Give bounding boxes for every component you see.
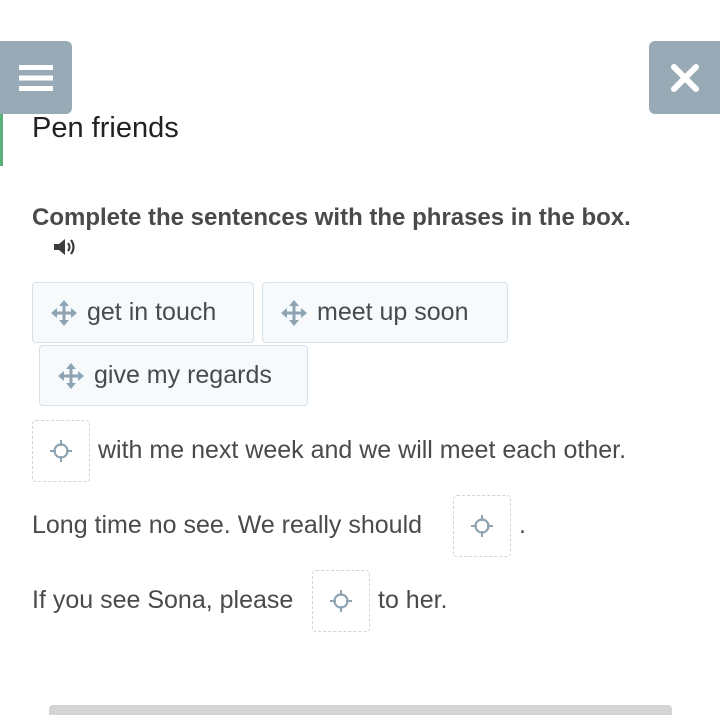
drop-zone-3[interactable] [312, 570, 370, 632]
move-icon [51, 299, 77, 326]
sentence-2-before: Long time no see. We really should [32, 511, 423, 539]
target-icon [50, 440, 72, 462]
target-icon [471, 515, 493, 537]
phrase-label: give my regards [94, 361, 272, 389]
top-bar [0, 0, 720, 115]
menu-button[interactable] [0, 41, 72, 114]
instruction-text: Complete the sentences with the phrases … [32, 201, 672, 269]
close-x-icon [670, 63, 699, 92]
move-icon [281, 299, 307, 326]
phrase-label: meet up soon [317, 298, 469, 326]
accent-line [0, 114, 3, 166]
move-icon [58, 362, 84, 389]
phrase-chip-give-my-regards[interactable]: give my regards [39, 345, 308, 406]
sentence-2-after: . [519, 511, 526, 539]
instruction-label: Complete the sentences with the phrases … [32, 204, 631, 231]
close-button[interactable] [649, 41, 720, 114]
drop-zone-1[interactable] [32, 420, 90, 482]
drop-zone-2[interactable] [453, 495, 511, 557]
sentence-3-before: If you see Sona, please [32, 586, 294, 614]
bottom-action-bar[interactable] [49, 705, 672, 715]
sentence-1-after: with me next week and we will meet each … [98, 436, 627, 464]
target-icon [330, 590, 352, 612]
phrase-chip-meet-up-soon[interactable]: meet up soon [262, 282, 508, 343]
sentence-3-after: to her. [378, 586, 448, 614]
phrase-label: get in touch [87, 298, 217, 326]
phrase-chip-get-in-touch[interactable]: get in touch [32, 282, 254, 343]
page-title: Pen friends [32, 112, 179, 144]
hamburger-menu-icon [19, 64, 53, 91]
speaker-icon[interactable] [52, 234, 78, 268]
